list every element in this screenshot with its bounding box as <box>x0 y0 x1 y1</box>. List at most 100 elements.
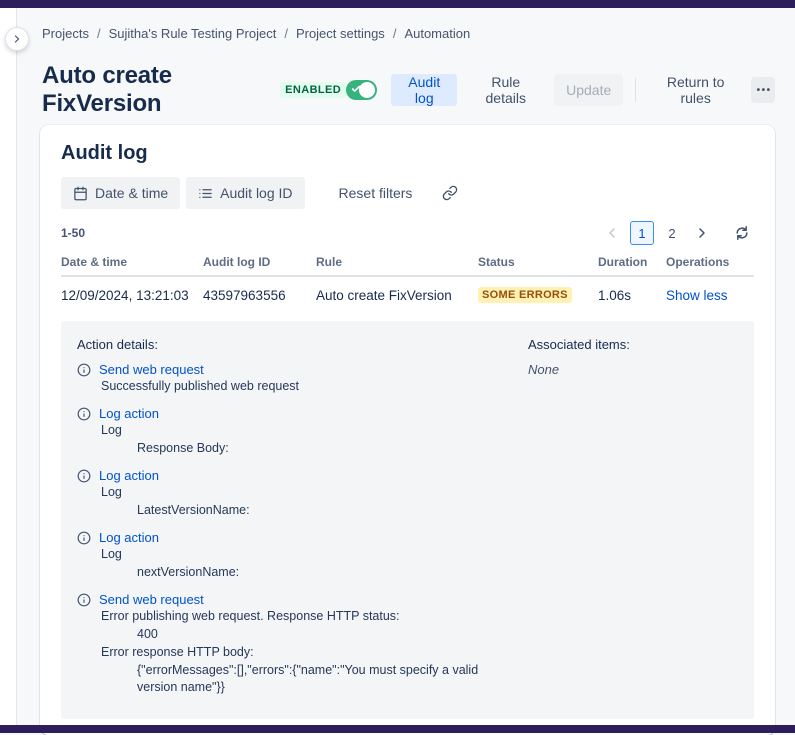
action-component-link[interactable]: Send web request <box>99 362 204 377</box>
col-header-status: Status <box>478 255 598 269</box>
col-header-rule: Rule <box>316 255 478 269</box>
breadcrumb: Projects / Sujitha's Rule Testing Projec… <box>42 26 470 41</box>
audit-action-body: LogResponse Body: <box>101 422 528 457</box>
top-nav-bar <box>0 0 795 8</box>
action-component-link[interactable]: Log action <box>99 406 159 421</box>
header-controls: Audit log Rule details Update Return to … <box>346 74 775 106</box>
audit-action-body: LogLatestVersionName: <box>101 484 528 519</box>
action-component-link[interactable]: Log action <box>99 530 159 545</box>
audit-log-heading: Audit log <box>61 141 754 165</box>
associated-items-label: Associated items: <box>528 337 738 352</box>
associated-items-value: None <box>528 362 738 377</box>
range-row: 1-50 1 2 <box>61 219 754 247</box>
action-items-list: Send web requestSuccessfully published w… <box>77 362 528 696</box>
breadcrumb-separator: / <box>97 26 101 41</box>
action-log-line: nextVersionName: <box>137 564 519 581</box>
return-to-rules-button[interactable]: Return to rules <box>648 74 743 106</box>
audit-log-tab-button[interactable]: Audit log <box>391 74 457 106</box>
enabled-status-badge: ENABLED <box>280 82 346 98</box>
col-header-date: Date & time <box>61 255 203 269</box>
action-log-line: LatestVersionName: <box>137 502 519 519</box>
audit-action-head: Send web request <box>77 592 528 607</box>
chevron-right-icon <box>11 33 23 45</box>
refresh-button[interactable] <box>730 221 754 245</box>
audit-details-panel: Action details: Send web requestSuccessf… <box>61 321 754 719</box>
chevron-right-icon <box>694 225 710 241</box>
toggle-knob <box>359 82 375 98</box>
rule-enabled-toggle[interactable] <box>346 80 377 100</box>
info-icon <box>77 469 91 483</box>
info-icon <box>77 593 91 607</box>
audit-action-head: Log action <box>77 530 528 545</box>
info-icon <box>77 531 91 545</box>
info-icon <box>77 363 91 377</box>
date-time-filter-button[interactable]: Date & time <box>61 177 180 209</box>
action-log-line: Log <box>101 484 483 501</box>
associated-items-section: Associated items: None <box>528 337 738 707</box>
page-2-button[interactable]: 2 <box>660 221 684 245</box>
reset-filters-button[interactable]: Reset filters <box>329 177 423 209</box>
cell-duration: 1.06s <box>598 288 666 303</box>
action-log-line: Log <box>101 422 483 439</box>
chevron-left-icon <box>604 225 620 241</box>
table-row: 12/09/2024, 13:21:03 43597963556 Auto cr… <box>61 277 754 313</box>
action-details-section: Action details: Send web requestSuccessf… <box>77 337 528 707</box>
cell-rule-name: Auto create FixVersion <box>316 288 478 303</box>
rule-details-button[interactable]: Rule details <box>465 74 546 106</box>
status-badge: SOME ERRORS <box>478 287 572 303</box>
breadcrumb-separator: / <box>393 26 397 41</box>
breadcrumb-project-name[interactable]: Sujitha's Rule Testing Project <box>109 26 277 41</box>
show-less-link[interactable]: Show less <box>666 288 754 303</box>
sidebar-rail <box>0 8 17 725</box>
list-icon <box>198 186 213 201</box>
permalink-button[interactable] <box>438 181 462 205</box>
update-button[interactable]: Update <box>554 74 623 106</box>
audit-action-body: LognextVersionName: <box>101 546 528 581</box>
action-details-label: Action details: <box>77 337 528 352</box>
next-page-button[interactable] <box>690 221 714 245</box>
col-header-operations: Operations <box>666 255 754 269</box>
date-time-filter-label: Date & time <box>95 185 168 201</box>
audit-action-item: Log actionLogResponse Body: <box>77 406 528 457</box>
col-header-id: Audit log ID <box>203 255 316 269</box>
col-header-duration: Duration <box>598 255 666 269</box>
more-actions-button[interactable]: ••• <box>751 77 775 103</box>
audit-action-item: Send web requestSuccessfully published w… <box>77 362 528 395</box>
action-log-line: Error response HTTP body: <box>101 644 483 661</box>
action-component-link[interactable]: Log action <box>99 468 159 483</box>
calendar-icon <box>73 186 88 201</box>
breadcrumb-separator: / <box>284 26 288 41</box>
action-log-line: {"errorMessages":[],"errors":{"name":"Yo… <box>137 662 519 696</box>
toolbar-divider <box>635 78 636 102</box>
audit-log-id-filter-label: Audit log ID <box>220 185 292 201</box>
cell-date: 12/09/2024, 13:21:03 <box>61 288 203 303</box>
breadcrumb-automation[interactable]: Automation <box>404 26 470 41</box>
page-1-button[interactable]: 1 <box>630 221 654 245</box>
pagination: 1 2 <box>600 221 754 245</box>
refresh-icon <box>734 225 750 241</box>
link-icon <box>442 185 458 201</box>
audit-action-item: Log actionLognextVersionName: <box>77 530 528 581</box>
breadcrumb-project-settings[interactable]: Project settings <box>296 26 385 41</box>
audit-action-body: Successfully published web request <box>101 378 528 395</box>
breadcrumb-projects[interactable]: Projects <box>42 26 89 41</box>
audit-action-head: Log action <box>77 406 528 421</box>
filter-row: Date & time Audit log ID Reset filters <box>61 177 754 209</box>
page-title: Auto create FixVersion <box>42 62 264 118</box>
table-header-row: Date & time Audit log ID Rule Status Dur… <box>61 249 754 277</box>
action-log-line: Log <box>101 546 483 563</box>
cell-audit-log-id: 43597963556 <box>203 288 316 303</box>
bottom-bar <box>0 725 795 733</box>
audit-action-body: Error publishing web request. Response H… <box>101 608 528 696</box>
audit-action-head: Send web request <box>77 362 528 377</box>
action-log-line: Successfully published web request <box>101 378 483 395</box>
previous-page-button[interactable] <box>600 221 624 245</box>
audit-log-id-filter-button[interactable]: Audit log ID <box>186 177 304 209</box>
audit-action-item: Log actionLogLatestVersionName: <box>77 468 528 519</box>
page-header: Auto create FixVersion ENABLED Audit log… <box>42 70 775 110</box>
expand-sidebar-button[interactable] <box>5 27 29 51</box>
info-icon <box>77 407 91 421</box>
audit-action-head: Log action <box>77 468 528 483</box>
action-component-link[interactable]: Send web request <box>99 592 204 607</box>
audit-log-card: Audit log Date & time Audit log ID Reset… <box>40 125 775 735</box>
